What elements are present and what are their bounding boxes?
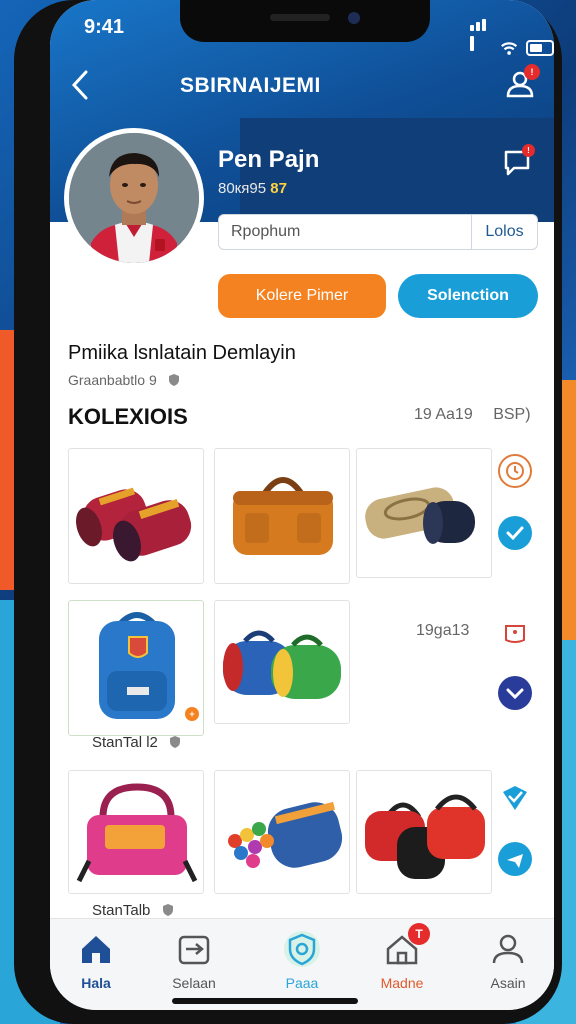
search-button[interactable]: Lolos <box>471 215 537 249</box>
check-icon <box>506 526 524 541</box>
sport-bags-image <box>223 630 341 699</box>
collections-meta: 19 Aa19 BSP) <box>414 406 531 424</box>
red-bags-image <box>365 794 485 879</box>
bottom-nav: Hala Selaan Paaa T Madne Asain <box>50 918 554 1010</box>
app-title: SBIRNAIJEMI <box>180 74 321 97</box>
notch <box>180 0 430 42</box>
avatar[interactable] <box>64 128 204 268</box>
card-caption-text: StanTalb <box>92 902 151 919</box>
home-indicator[interactable] <box>172 998 358 1004</box>
product-card[interactable] <box>214 600 350 724</box>
row-count: 19ga13 <box>416 622 470 639</box>
nav-item-center[interactable]: Paaa <box>262 929 342 991</box>
pencil-case-image <box>365 487 475 544</box>
product-card[interactable] <box>356 448 492 578</box>
nav-badge: T <box>408 923 430 945</box>
section-subtitle: Graanbabtlo 9 <box>68 372 181 388</box>
verified-shield-icon <box>170 736 181 748</box>
section-subtitle-text: Graanbabtlo 9 <box>68 372 157 388</box>
profile-name: Pen Pajn <box>218 146 320 173</box>
rolled-scarves-image <box>76 487 192 562</box>
camera-dot <box>348 12 360 24</box>
avatar-photo <box>69 133 199 263</box>
collections-heading: KOLEXIOIS <box>68 404 188 429</box>
product-card[interactable]: + <box>68 600 204 736</box>
notifications-button[interactable]: ! <box>502 64 540 102</box>
primary-action-button[interactable]: Kolere Pimer <box>218 274 386 318</box>
nav-item-cards[interactable]: Selaan <box>154 929 234 991</box>
clock-icon <box>506 462 524 480</box>
nav-label: Paaa <box>285 975 319 991</box>
product-card[interactable] <box>214 448 350 584</box>
nav-item-home[interactable]: Hala <box>56 929 136 991</box>
gift-icon <box>505 625 525 643</box>
expand-button[interactable] <box>498 676 532 710</box>
verified-shield-icon <box>162 904 173 916</box>
message-button[interactable]: ! <box>502 144 535 178</box>
nav-label: Hala <box>81 975 111 991</box>
check-badge-icon <box>503 786 527 810</box>
card-caption-text: StanTal l2 <box>92 734 158 751</box>
gift-button[interactable] <box>498 614 532 648</box>
collections-count: 19 Aa19 <box>414 406 473 423</box>
speaker-slot <box>270 14 330 21</box>
store-icon: T <box>382 923 430 969</box>
person-icon <box>488 929 528 969</box>
share-button[interactable] <box>498 842 532 876</box>
nav-label: Asain <box>490 975 526 991</box>
secondary-action-button[interactable]: Solenction <box>398 274 538 318</box>
battery-icon <box>526 40 554 56</box>
product-card[interactable] <box>214 770 350 894</box>
search-input[interactable] <box>219 215 471 249</box>
plane-icon <box>507 854 523 868</box>
duffel-bag-image <box>233 477 333 555</box>
card-icon <box>174 929 214 969</box>
profile-stats: 80кя95 87 <box>218 180 287 197</box>
product-card[interactable] <box>68 448 204 584</box>
collections-tag: BSP) <box>493 406 531 423</box>
status-icons <box>470 18 554 56</box>
shield-icon <box>282 929 322 969</box>
profile-stats-value: 87 <box>270 180 287 197</box>
chevron-left-icon <box>71 70 88 100</box>
product-card[interactable] <box>356 770 492 894</box>
section-title: Pmiika lsnlatain Demlayin <box>68 342 296 364</box>
product-card[interactable] <box>68 770 204 894</box>
search-bar: Lolos <box>218 214 538 250</box>
select-button[interactable] <box>498 516 532 550</box>
app-screen: 9:41 SBIRNAIJEMI ! Pen Pajn 80кя95 87 ! … <box>50 0 554 1010</box>
pink-case-image <box>76 783 198 883</box>
nav-label: Madne <box>380 975 424 991</box>
back-button[interactable] <box>68 68 96 104</box>
profile-stats-label: 80кя95 <box>218 180 267 197</box>
nav-label: Selaan <box>172 975 216 991</box>
notification-badge: ! <box>524 64 540 80</box>
status-time: 9:41 <box>84 16 125 38</box>
verified-shield-icon <box>168 374 179 386</box>
signal-icon <box>470 18 492 56</box>
wifi-icon <box>500 42 517 55</box>
card-caption: StanTalb <box>92 902 175 919</box>
chevron-down-icon <box>506 688 524 700</box>
nav-item-store[interactable]: T Madne <box>362 923 442 991</box>
favorite-button[interactable] <box>498 782 532 816</box>
phone-frame: 9:41 SBIRNAIJEMI ! Pen Pajn 80кя95 87 ! … <box>14 0 562 1024</box>
message-badge: ! <box>522 144 535 157</box>
timer-button[interactable] <box>498 454 532 488</box>
beads-toy-image <box>228 801 343 868</box>
nav-item-profile[interactable]: Asain <box>468 929 548 991</box>
card-caption: StanTal l2 <box>92 734 182 751</box>
item-badge: + <box>185 707 199 721</box>
home-icon <box>76 929 116 969</box>
